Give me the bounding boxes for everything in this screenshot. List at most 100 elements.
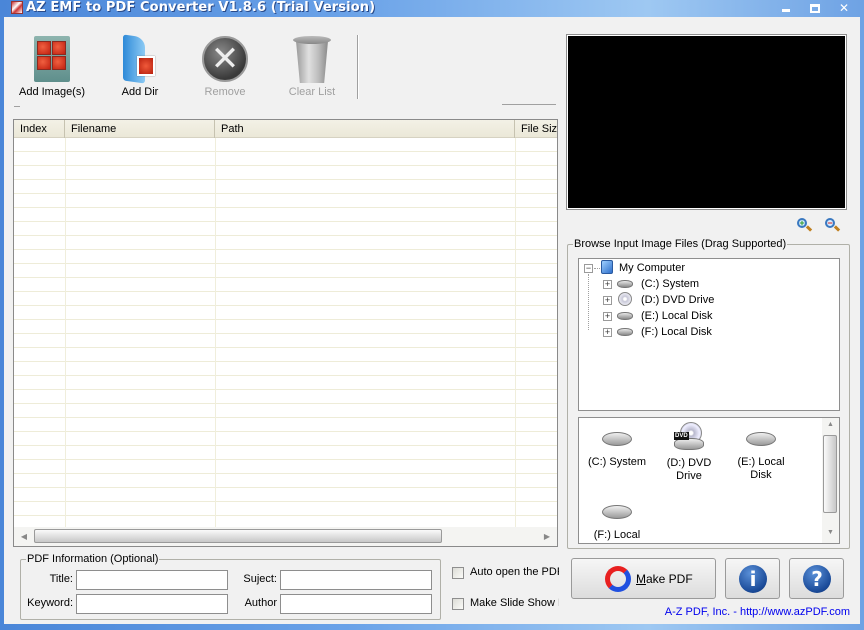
keyword-label: Keyword: bbox=[27, 597, 73, 609]
title-bar[interactable]: AZ EMF to PDF Converter V1.8.6 (Trial Ve… bbox=[0, 0, 864, 16]
auto-open-label[interactable]: Auto open the PDF bbox=[470, 566, 559, 578]
folder-tree[interactable]: − My Computer + (C:) System + (D:) DVD D… bbox=[578, 258, 840, 411]
scroll-down-icon[interactable]: ▼ bbox=[825, 529, 836, 540]
icon-label: (F:) Local bbox=[593, 529, 641, 541]
expand-icon[interactable]: + bbox=[603, 280, 612, 289]
zoom-in-button[interactable]: + bbox=[796, 217, 813, 233]
add-images-button[interactable]: Add Image(s) bbox=[12, 33, 92, 103]
icon-item-f-drive[interactable]: (F:) Local bbox=[581, 497, 653, 542]
tree-item-f-drive[interactable]: (F:) Local Disk bbox=[641, 324, 712, 340]
icon-label-line2: Disk bbox=[750, 469, 772, 481]
close-icon: ✕ bbox=[838, 1, 850, 15]
expand-icon[interactable]: + bbox=[603, 312, 612, 321]
toolbar-tick bbox=[14, 106, 20, 107]
author-input[interactable] bbox=[280, 594, 432, 614]
add-dir-label: Add Dir bbox=[121, 86, 159, 98]
help-icon: ? bbox=[803, 565, 831, 593]
vertical-scrollbar[interactable]: ▲ ▼ bbox=[822, 418, 839, 543]
title-input[interactable] bbox=[76, 570, 228, 590]
file-list-body[interactable] bbox=[14, 138, 557, 528]
images-icon bbox=[34, 36, 70, 82]
icon-label: (C:) System bbox=[587, 456, 647, 468]
trash-icon bbox=[293, 36, 331, 84]
horizontal-scroll-thumb[interactable] bbox=[34, 529, 442, 543]
convert-icon bbox=[605, 566, 631, 592]
column-path[interactable]: Path bbox=[215, 120, 515, 138]
info-icon: i bbox=[739, 565, 767, 593]
file-list[interactable]: Index Filename Path File Size ◀ ▶ bbox=[13, 119, 558, 547]
author-label: Author bbox=[244, 597, 277, 609]
scroll-right-icon[interactable]: ▶ bbox=[541, 531, 553, 543]
drive-icon bbox=[617, 328, 633, 336]
help-button[interactable]: ? bbox=[789, 558, 844, 599]
subject-label: Suject: bbox=[243, 573, 277, 585]
website-link[interactable]: A-Z PDF, Inc. - http://www.azPDF.com bbox=[665, 606, 850, 618]
dvd-drive-icon: DVD bbox=[674, 422, 704, 452]
icon-label: (D:) DVD bbox=[666, 457, 712, 469]
scroll-up-icon[interactable]: ▲ bbox=[825, 421, 836, 432]
pdf-info-legend: PDF Information (Optional) bbox=[26, 553, 160, 565]
clear-list-label: Clear List bbox=[288, 86, 336, 98]
remove-x-icon: ✕ bbox=[202, 36, 248, 82]
vertical-scroll-thumb[interactable] bbox=[823, 435, 837, 513]
drive-icon bbox=[617, 280, 633, 288]
drive-icon bbox=[617, 312, 633, 320]
toolbar-separator bbox=[357, 35, 359, 99]
title-label: Title: bbox=[49, 573, 73, 585]
make-pdf-label: Make PDF bbox=[636, 572, 693, 586]
horizontal-scrollbar[interactable]: ◀ ▶ bbox=[14, 527, 557, 546]
image-preview bbox=[566, 34, 847, 210]
remove-label: Remove bbox=[204, 86, 246, 98]
subject-input[interactable] bbox=[280, 570, 432, 590]
remove-button[interactable]: ✕ Remove bbox=[185, 33, 265, 103]
info-button[interactable]: i bbox=[725, 558, 780, 599]
client-area: Add Image(s) Add Dir ✕ Remove Clear List… bbox=[4, 17, 860, 624]
column-filename[interactable]: Filename bbox=[65, 120, 215, 138]
minimize-icon bbox=[782, 9, 790, 12]
app-icon bbox=[11, 1, 23, 14]
expand-icon[interactable]: + bbox=[603, 328, 612, 337]
maximize-button[interactable] bbox=[805, 1, 825, 15]
zoom-out-button[interactable]: − bbox=[824, 217, 841, 233]
window-title: AZ EMF to PDF Converter V1.8.6 (Trial Ve… bbox=[26, 0, 376, 15]
tree-item-e-drive[interactable]: (E:) Local Disk bbox=[641, 308, 713, 324]
app-window: AZ EMF to PDF Converter V1.8.6 (Trial Ve… bbox=[0, 0, 864, 630]
grid-line bbox=[215, 138, 216, 528]
tree-item-d-drive[interactable]: (D:) DVD Drive bbox=[641, 292, 714, 308]
expand-icon[interactable]: + bbox=[603, 296, 612, 305]
minimize-button[interactable] bbox=[776, 1, 796, 15]
icon-label: (E:) Local bbox=[737, 456, 785, 468]
icon-label-line2: Drive bbox=[676, 470, 702, 482]
auto-open-checkbox[interactable] bbox=[452, 567, 464, 579]
slide-show-label[interactable]: Make Slide Show PDF bbox=[470, 597, 559, 609]
toolbar-divider-line bbox=[502, 104, 556, 105]
tree-item-my-computer[interactable]: My Computer bbox=[619, 260, 685, 276]
close-button[interactable]: ✕ bbox=[834, 1, 854, 15]
clear-list-button[interactable]: Clear List bbox=[272, 33, 352, 103]
grid-line bbox=[65, 138, 66, 528]
icon-item-d-drive[interactable]: DVD (D:) DVD Drive bbox=[653, 422, 725, 483]
scroll-left-icon[interactable]: ◀ bbox=[18, 531, 30, 543]
maximize-icon bbox=[810, 4, 820, 13]
column-file-size[interactable]: File Size bbox=[515, 120, 557, 138]
add-dir-button[interactable]: Add Dir bbox=[100, 33, 180, 103]
icon-item-c-drive[interactable]: (C:) System bbox=[581, 424, 653, 469]
folder-icon bbox=[123, 34, 157, 84]
grid-line bbox=[515, 138, 516, 528]
computer-icon bbox=[601, 260, 613, 274]
drive-icon bbox=[602, 505, 632, 519]
dvd-drive-icon bbox=[618, 292, 632, 306]
add-images-label: Add Image(s) bbox=[18, 86, 86, 98]
slide-show-checkbox[interactable] bbox=[452, 598, 464, 610]
browse-legend: Browse Input Image Files (Drag Supported… bbox=[573, 238, 788, 250]
collapse-icon[interactable]: − bbox=[584, 264, 593, 273]
tree-item-c-drive[interactable]: (C:) System bbox=[641, 276, 699, 292]
drive-icon bbox=[602, 432, 632, 446]
drive-icon bbox=[746, 432, 776, 446]
icon-item-e-drive[interactable]: (E:) Local Disk bbox=[725, 424, 797, 482]
column-index[interactable]: Index bbox=[14, 120, 65, 138]
file-list-header: Index Filename Path File Size bbox=[14, 120, 557, 138]
make-pdf-button[interactable]: Make PDF bbox=[571, 558, 716, 599]
file-icon-view[interactable]: (C:) System DVD (D:) DVD Drive (E:) Loca… bbox=[578, 417, 840, 544]
keyword-input[interactable] bbox=[76, 594, 228, 614]
